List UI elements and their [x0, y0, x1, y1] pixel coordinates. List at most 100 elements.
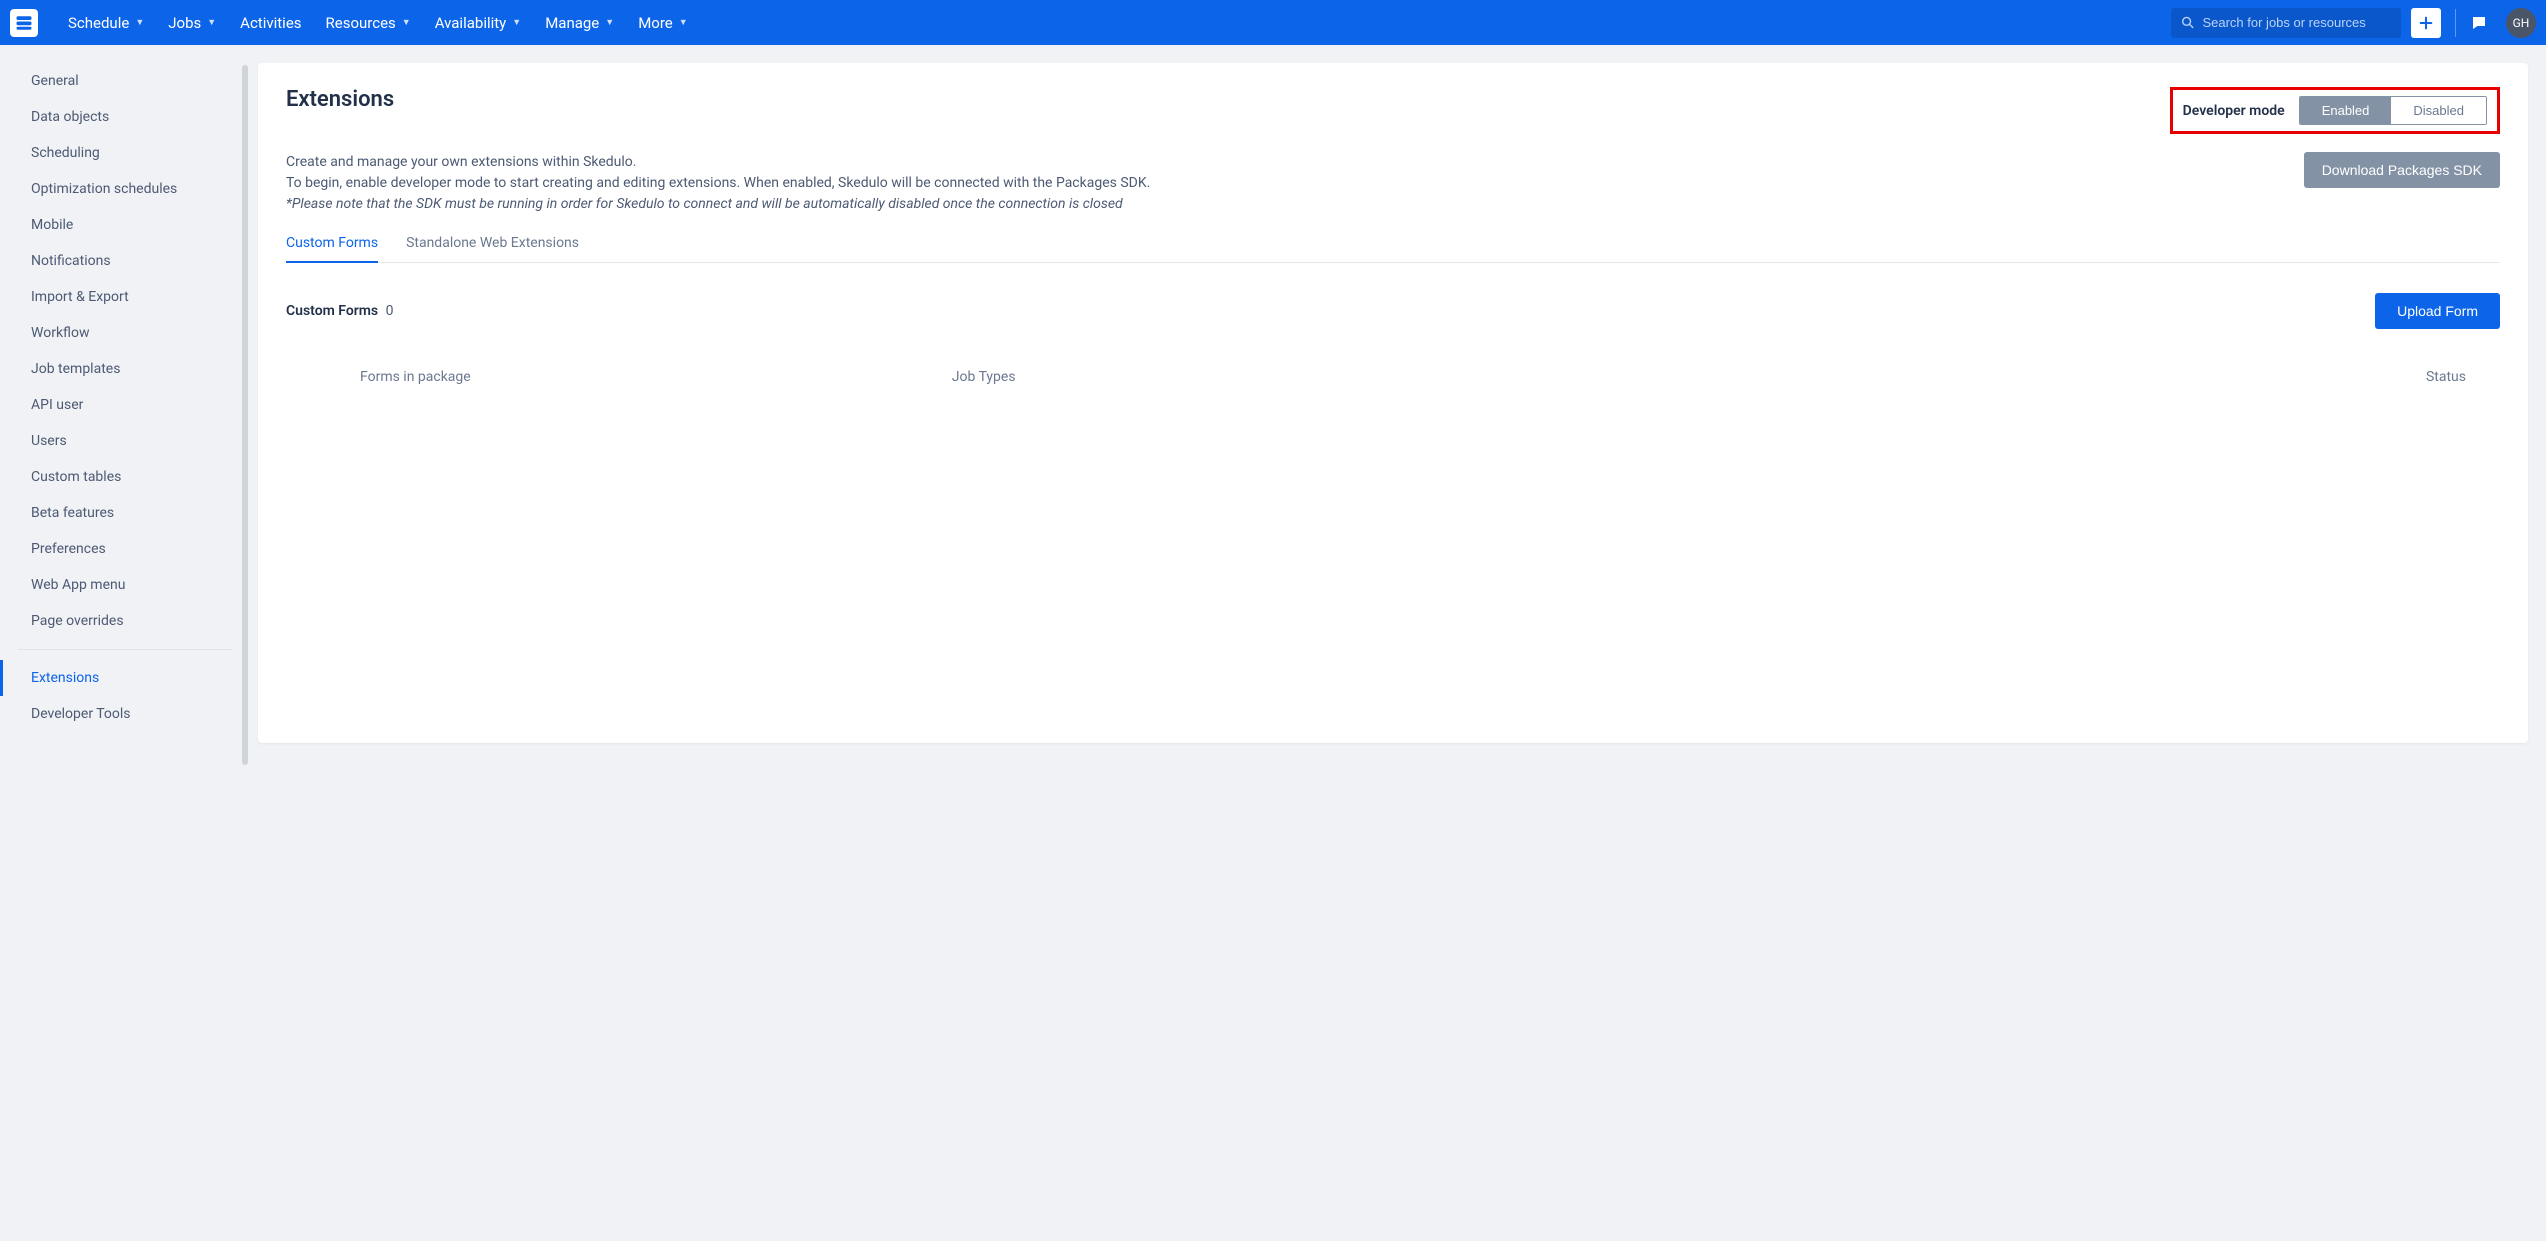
chevron-down-icon: ▼ — [135, 17, 144, 28]
nav-jobs[interactable]: Jobs ▼ — [158, 8, 226, 38]
desc-line-2: To begin, enable developer mode to start… — [286, 173, 1150, 194]
main-content: Extensions Developer mode Enabled Disabl… — [250, 45, 2546, 1241]
create-button[interactable] — [2411, 8, 2441, 38]
sidebar-item-mobile[interactable]: Mobile — [0, 207, 250, 243]
sidebar-item-label: Web App menu — [31, 577, 125, 593]
sidebar-item-label: Page overrides — [31, 613, 124, 629]
tab-label: Standalone Web Extensions — [406, 235, 579, 251]
nav-activities[interactable]: Activities — [230, 8, 311, 38]
settings-sidebar: General Data objects Scheduling Optimiza… — [0, 45, 250, 1241]
nav-label: Schedule — [68, 14, 129, 32]
download-packages-sdk-button[interactable]: Download Packages SDK — [2304, 152, 2500, 188]
search-icon — [2181, 15, 2194, 30]
sidebar-item-developer-tools[interactable]: Developer Tools — [0, 696, 250, 732]
sidebar-item-custom-tables[interactable]: Custom tables — [0, 459, 250, 495]
sidebar-item-notifications[interactable]: Notifications — [0, 243, 250, 279]
sidebar-item-preferences[interactable]: Preferences — [0, 531, 250, 567]
developer-mode-label: Developer mode — [2183, 103, 2285, 119]
sidebar-group-1: General Data objects Scheduling Optimiza… — [0, 63, 250, 639]
sidebar-item-api-user[interactable]: API user — [0, 387, 250, 423]
sidebar-item-users[interactable]: Users — [0, 423, 250, 459]
sidebar-item-workflow[interactable]: Workflow — [0, 315, 250, 351]
chat-button[interactable] — [2470, 14, 2488, 32]
page-title: Extensions — [286, 87, 394, 112]
column-forms-in-package: Forms in package — [290, 369, 952, 385]
extension-tabs: Custom Forms Standalone Web Extensions — [286, 227, 2500, 263]
nav-label: Manage — [545, 14, 599, 32]
sidebar-item-extensions[interactable]: Extensions — [0, 660, 250, 696]
nav-availability[interactable]: Availability ▼ — [425, 8, 531, 38]
desc-line-1: Create and manage your own extensions wi… — [286, 152, 1150, 173]
sidebar-item-label: Beta features — [31, 505, 114, 521]
chevron-down-icon: ▼ — [402, 17, 411, 28]
sidebar-item-optimization-schedules[interactable]: Optimization schedules — [0, 171, 250, 207]
sidebar-item-label: General — [31, 73, 79, 89]
nav-label: Availability — [435, 14, 507, 32]
tab-standalone-web-extensions[interactable]: Standalone Web Extensions — [406, 227, 579, 263]
sidebar-item-label: Developer Tools — [31, 706, 131, 722]
extensions-card: Extensions Developer mode Enabled Disabl… — [258, 63, 2528, 743]
desc-note: *Please note that the SDK must be runnin… — [286, 194, 1150, 215]
tab-label: Custom Forms — [286, 235, 378, 251]
sidebar-separator — [18, 649, 232, 650]
sidebar-item-label: Notifications — [31, 253, 111, 269]
chevron-down-icon: ▼ — [679, 17, 688, 28]
tab-custom-forms[interactable]: Custom Forms — [286, 227, 378, 263]
sidebar-item-label: Extensions — [31, 670, 99, 686]
developer-mode-toggle: Enabled Disabled — [2299, 96, 2487, 125]
scrollbar[interactable] — [242, 65, 248, 765]
sidebar-item-beta-features[interactable]: Beta features — [0, 495, 250, 531]
nav-label: Jobs — [168, 14, 201, 32]
dev-mode-enabled-button[interactable]: Enabled — [2300, 97, 2392, 124]
chevron-down-icon: ▼ — [207, 17, 216, 28]
sidebar-item-label: Import & Export — [31, 289, 129, 305]
search-input[interactable] — [2202, 15, 2391, 30]
sidebar-item-label: Workflow — [31, 325, 90, 341]
nav-resources[interactable]: Resources ▼ — [316, 8, 421, 38]
forms-table-header: Forms in package Job Types Status — [286, 369, 2500, 385]
chevron-down-icon: ▼ — [605, 17, 614, 28]
top-navigation: Schedule ▼ Jobs ▼ Activities Resources ▼… — [0, 0, 2546, 45]
sidebar-item-label: Users — [31, 433, 67, 449]
plus-icon — [2418, 15, 2434, 31]
nav-schedule[interactable]: Schedule ▼ — [58, 8, 154, 38]
section-count: 0 — [386, 303, 394, 319]
user-avatar[interactable]: GH — [2506, 8, 2536, 38]
sidebar-item-label: Job templates — [31, 361, 120, 377]
sidebar-item-scheduling[interactable]: Scheduling — [0, 135, 250, 171]
nav-manage[interactable]: Manage ▼ — [535, 8, 624, 38]
sidebar-item-label: Mobile — [31, 217, 73, 233]
column-job-types: Job Types — [952, 369, 1834, 385]
app-logo[interactable] — [10, 9, 38, 37]
sidebar-item-label: Data objects — [31, 109, 109, 125]
nav-label: More — [638, 14, 673, 32]
upload-form-button[interactable]: Upload Form — [2375, 293, 2500, 329]
sidebar-item-web-app-menu[interactable]: Web App menu — [0, 567, 250, 603]
chevron-down-icon: ▼ — [512, 17, 521, 28]
global-search[interactable] — [2171, 8, 2401, 38]
sidebar-item-data-objects[interactable]: Data objects — [0, 99, 250, 135]
section-title: Custom Forms — [286, 303, 378, 319]
column-status: Status — [1834, 369, 2496, 385]
sidebar-item-label: Scheduling — [31, 145, 100, 161]
sidebar-item-job-templates[interactable]: Job templates — [0, 351, 250, 387]
nav-more[interactable]: More ▼ — [628, 8, 697, 38]
sidebar-item-label: Preferences — [31, 541, 106, 557]
sidebar-item-import-export[interactable]: Import & Export — [0, 279, 250, 315]
sidebar-item-label: API user — [31, 397, 83, 413]
section-heading: Custom Forms 0 — [286, 303, 394, 319]
chat-icon — [2470, 14, 2488, 32]
logo-icon — [15, 14, 33, 32]
description-text: Create and manage your own extensions wi… — [286, 152, 1150, 215]
sidebar-item-general[interactable]: General — [0, 63, 250, 99]
sidebar-item-page-overrides[interactable]: Page overrides — [0, 603, 250, 639]
dev-mode-disabled-button[interactable]: Disabled — [2391, 97, 2486, 124]
divider — [2455, 9, 2456, 37]
developer-mode-highlight: Developer mode Enabled Disabled — [2170, 87, 2500, 134]
nav-items: Schedule ▼ Jobs ▼ Activities Resources ▼… — [58, 8, 698, 38]
sidebar-item-label: Optimization schedules — [31, 181, 177, 197]
nav-label: Activities — [240, 14, 301, 32]
nav-label: Resources — [326, 14, 396, 32]
avatar-initials: GH — [2513, 16, 2530, 30]
sidebar-group-2: Extensions Developer Tools — [0, 660, 250, 732]
